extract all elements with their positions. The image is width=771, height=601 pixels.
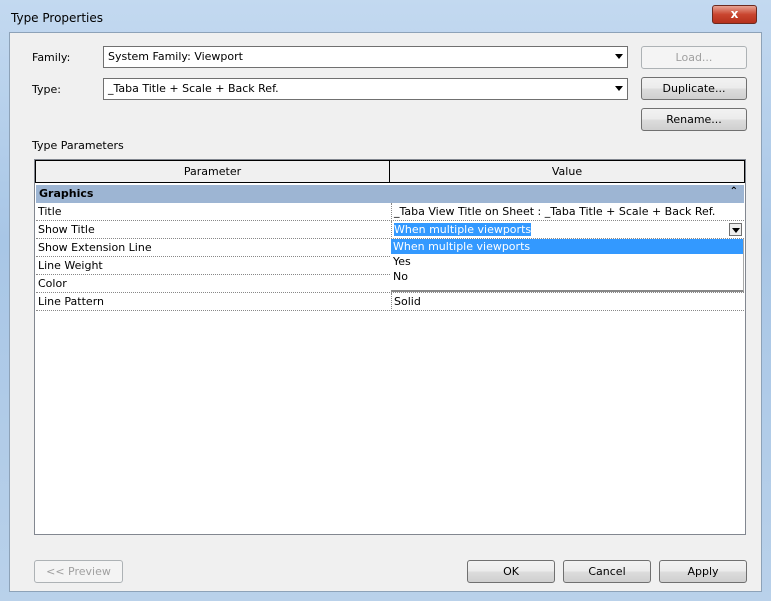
cancel-button[interactable]: Cancel — [563, 560, 651, 583]
dropdown-button[interactable] — [729, 223, 742, 236]
preview-button[interactable]: << Preview — [34, 560, 123, 583]
type-value: _Taba Title + Scale + Back Ref. — [108, 82, 279, 95]
dialog-body: Family: System Family: Viewport Load... … — [9, 32, 762, 592]
duplicate-button[interactable]: Duplicate... — [641, 77, 747, 100]
rename-button[interactable]: Rename... — [641, 108, 747, 131]
header-value[interactable]: Value — [389, 160, 745, 183]
table-row[interactable]: Show Title When multiple viewports — [36, 221, 744, 239]
chevron-down-icon — [732, 228, 740, 233]
option-yes[interactable]: Yes — [391, 254, 743, 269]
table-row[interactable]: Line Pattern Solid — [36, 293, 744, 311]
param-value[interactable]: Solid — [391, 293, 744, 311]
ok-button[interactable]: OK — [467, 560, 555, 583]
param-name: Show Extension Line — [38, 241, 152, 254]
param-value: When multiple viewports — [394, 223, 532, 236]
param-name: Color — [38, 277, 67, 290]
type-parameters-label: Type Parameters — [32, 139, 124, 152]
option-when-multiple[interactable]: When multiple viewports — [391, 239, 743, 254]
chevron-down-icon — [615, 54, 623, 59]
param-name: Line Weight — [38, 259, 103, 272]
group-label: Graphics — [39, 187, 94, 200]
family-select[interactable]: System Family: Viewport — [103, 46, 628, 68]
family-value: System Family: Viewport — [108, 50, 243, 63]
type-label: Type: — [32, 83, 61, 96]
family-label: Family: — [32, 51, 71, 64]
load-button[interactable]: Load... — [641, 46, 747, 69]
table-row[interactable]: Title _Taba View Title on Sheet : _Taba T… — [36, 203, 744, 221]
type-select[interactable]: _Taba Title + Scale + Back Ref. — [103, 78, 628, 100]
show-title-select[interactable]: When multiple viewports — [391, 221, 744, 239]
close-button[interactable]: x — [712, 5, 757, 24]
param-name: Show Title — [38, 223, 95, 236]
param-name: Title — [38, 205, 62, 218]
option-no[interactable]: No — [391, 269, 743, 284]
apply-button[interactable]: Apply — [659, 560, 747, 583]
window-title: Type Properties — [11, 11, 104, 25]
header-parameter[interactable]: Parameter — [35, 160, 390, 183]
param-name: Line Pattern — [38, 295, 104, 308]
show-title-dropdown-list: When multiple viewports Yes No — [391, 239, 744, 292]
parameters-grid: Parameter Value Graphics ⌃ Title _Taba Vie… — [34, 159, 746, 535]
double-chevron-up-icon[interactable]: ⌃ — [730, 186, 738, 197]
chevron-down-icon — [615, 86, 623, 91]
param-value[interactable]: _Taba View Title on Sheet : _Taba Title … — [391, 203, 744, 221]
group-graphics[interactable]: Graphics ⌃ — [36, 185, 744, 203]
